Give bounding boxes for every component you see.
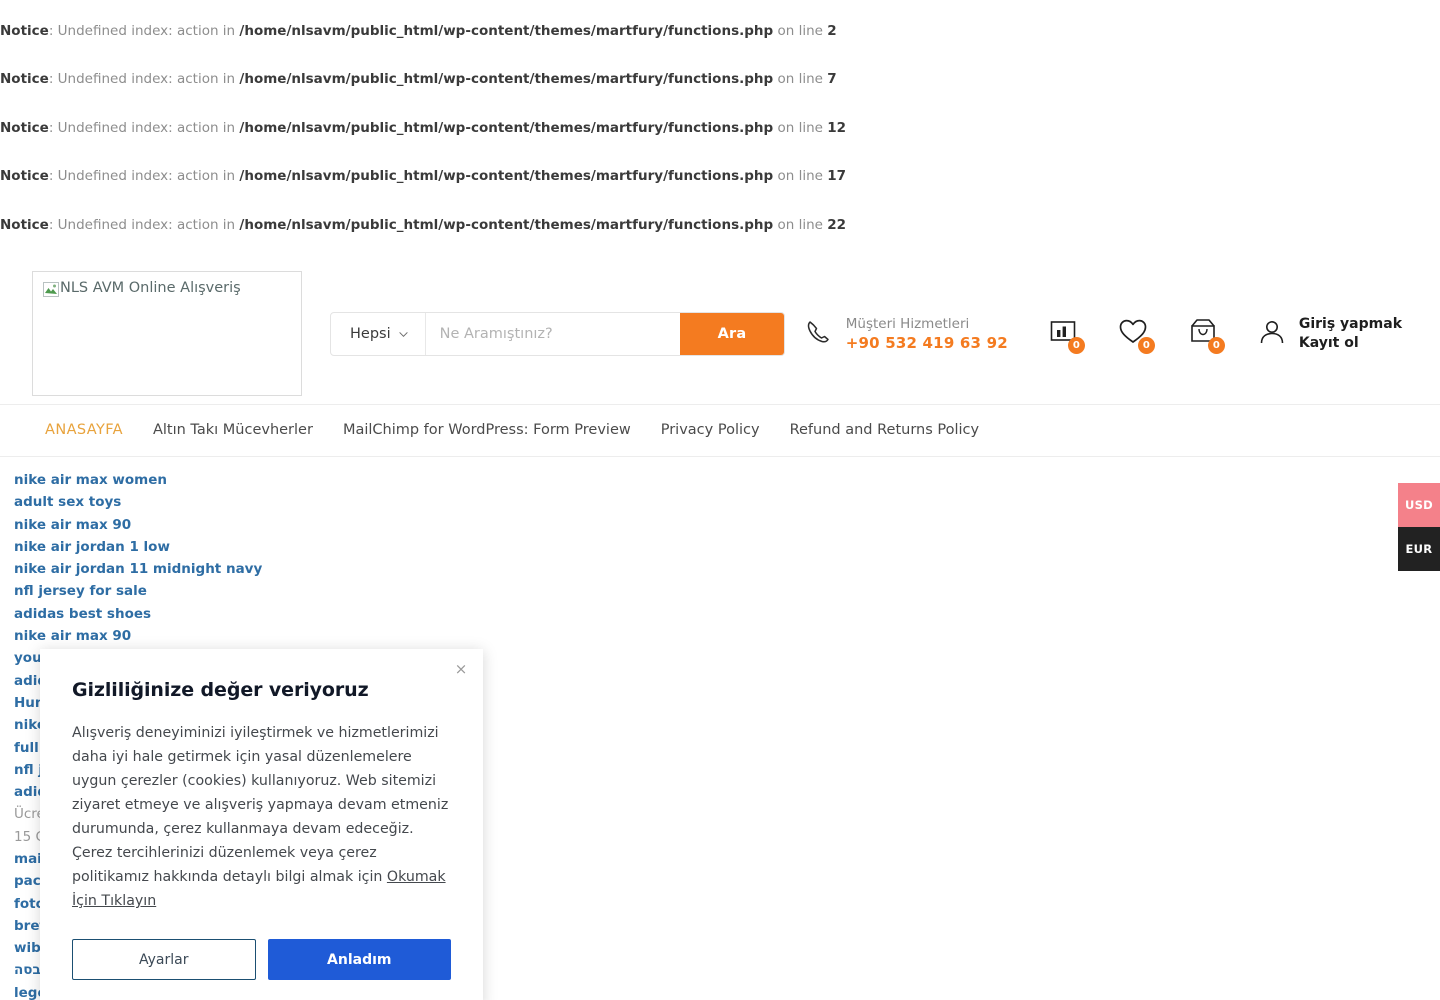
chevron-down-icon — [399, 327, 408, 338]
notice-message: : Undefined index: action in — [48, 168, 240, 185]
wishlist-count-badge: 0 — [1137, 336, 1155, 354]
notice-file-path: /home/nlsavm/public_html/wp-content/them… — [239, 216, 774, 233]
customer-service-block[interactable]: Müşteri Hizmetleri +90 532 419 63 92 — [804, 315, 1008, 353]
notice-label: Notice — [0, 23, 49, 39]
user-icon — [1258, 318, 1286, 350]
search-category-label: Hepsi — [350, 325, 391, 342]
account-button[interactable]: Giriş yapmak Kayıt ol — [1258, 315, 1402, 353]
notice-label: Notice — [0, 168, 49, 185]
login-label: Giriş yapmak — [1298, 316, 1402, 333]
site-header: NLS AVM Online Alışveriş Hepsi Ara Müşte… — [0, 264, 1440, 404]
broken-image-icon — [43, 282, 59, 298]
account-labels: Giriş yapmak Kayıt ol — [1299, 315, 1402, 353]
search-area: Hepsi Ara — [330, 311, 785, 356]
list-item[interactable]: nike air max 90 — [14, 625, 1440, 647]
notice-label: Notice — [0, 71, 49, 88]
nav-item-mailchimp-form-preview[interactable]: MailChimp for WordPress: Form Preview — [328, 422, 646, 438]
notice-line-number: 17 — [827, 168, 847, 185]
customer-service-number: +90 532 419 63 92 — [845, 333, 1008, 352]
search-category-select[interactable]: Hepsi — [331, 312, 426, 355]
nav-item-refund-returns-policy[interactable]: Refund and Returns Policy — [775, 422, 995, 438]
list-item[interactable]: nike air jordan 1 low — [14, 536, 1440, 558]
customer-service-text: Müşteri Hizmetleri +90 532 419 63 92 — [846, 315, 1008, 353]
search-bar: Hepsi Ara — [330, 311, 785, 356]
notice-on-line-text: on line — [773, 168, 828, 185]
nav-item-anasayfa[interactable]: ANASAYFA — [30, 422, 138, 438]
notice-on-line-text: on line — [773, 23, 828, 39]
list-item[interactable]: nfl jersey for sale — [14, 580, 1440, 602]
list-item[interactable]: nike air jordan 11 midnight navy — [14, 558, 1440, 580]
register-label: Kayıt ol — [1298, 334, 1359, 351]
php-notice: Notice: Undefined index: action in /home… — [0, 216, 1440, 235]
list-item[interactable]: adidas best shoes — [14, 603, 1440, 625]
notice-on-line-text: on line — [773, 119, 828, 136]
wishlist-button[interactable]: 0 — [1114, 315, 1155, 354]
notice-line-number: 12 — [827, 119, 847, 136]
notice-message: : Undefined index: action in — [48, 23, 240, 39]
list-item[interactable]: nike air max 90 — [14, 514, 1440, 536]
php-notice: Notice: Undefined index: action in /home… — [0, 119, 1440, 138]
cart-count-badge: 0 — [1207, 336, 1225, 354]
notice-file-path: /home/nlsavm/public_html/wp-content/them… — [239, 168, 774, 185]
currency-option-usd[interactable]: USD — [1398, 483, 1440, 527]
main-navigation: ANASAYFA Altın Takı Mücevherler MailChim… — [0, 403, 1440, 457]
php-notice-list: Notice: Undefined index: action in /home… — [0, 0, 1440, 234]
cookie-dialog-body: Alışveriş deneyiminizi iyileştirmek ve h… — [72, 721, 451, 913]
notice-label: Notice — [0, 216, 49, 233]
list-item[interactable]: adult sex toys — [14, 491, 1440, 513]
cookie-consent-dialog: × Gizliliğinize değer veriyoruz Alışveri… — [40, 649, 483, 1000]
php-notice: Notice: Undefined index: action in /home… — [0, 167, 1440, 186]
cookie-dialog-actions: Ayarlar Anladım — [72, 939, 451, 980]
notice-message: : Undefined index: action in — [48, 216, 240, 233]
nav-item-privacy-policy[interactable]: Privacy Policy — [646, 422, 775, 438]
notice-message: : Undefined index: action in — [48, 119, 240, 136]
notice-file-path: /home/nlsavm/public_html/wp-content/them… — [239, 119, 774, 136]
cookie-body-text: Alışveriş deneyiminizi iyileştirmek ve h… — [72, 725, 449, 885]
notice-on-line-text: on line — [773, 216, 828, 233]
currency-option-eur[interactable]: EUR — [1398, 527, 1440, 571]
compare-button[interactable]: 0 — [1044, 315, 1085, 354]
php-notice: Notice: Undefined index: action in /home… — [0, 22, 1440, 41]
cookie-dialog-title: Gizliliğinize değer veriyoruz — [72, 679, 369, 701]
notice-file-path: /home/nlsavm/public_html/wp-content/them… — [239, 71, 774, 88]
phone-icon — [804, 318, 832, 350]
php-notice: Notice: Undefined index: action in /home… — [0, 70, 1440, 89]
notice-file-path: /home/nlsavm/public_html/wp-content/them… — [239, 23, 774, 39]
search-input[interactable] — [425, 312, 680, 355]
cookie-accept-button[interactable]: Anladım — [267, 939, 451, 980]
header-actions: Müşteri Hizmetleri +90 532 419 63 92 0 0 — [804, 315, 1410, 354]
list-item[interactable]: nike air max women — [14, 469, 1440, 491]
cart-button[interactable]: 0 — [1184, 315, 1225, 354]
notice-on-line-text: on line — [773, 71, 828, 88]
notice-line-number: 7 — [827, 71, 837, 88]
compare-count-badge: 0 — [1067, 336, 1085, 354]
customer-service-label: Müşteri Hizmetleri — [845, 315, 970, 332]
search-submit-button[interactable]: Ara — [680, 312, 784, 355]
site-logo[interactable]: NLS AVM Online Alışveriş — [32, 271, 302, 397]
logo-alt-text: NLS AVM Online Alışveriş — [60, 280, 241, 297]
cookie-settings-button[interactable]: Ayarlar — [72, 939, 256, 980]
notice-label: Notice — [0, 119, 49, 136]
notice-message: : Undefined index: action in — [48, 71, 240, 88]
nav-item-altin-taki-mucevherler[interactable]: Altın Takı Mücevherler — [138, 422, 328, 438]
notice-line-number: 22 — [827, 216, 847, 233]
notice-line-number: 2 — [827, 23, 837, 39]
currency-switcher: USD EUR — [1398, 483, 1440, 571]
close-icon[interactable]: × — [451, 659, 471, 679]
